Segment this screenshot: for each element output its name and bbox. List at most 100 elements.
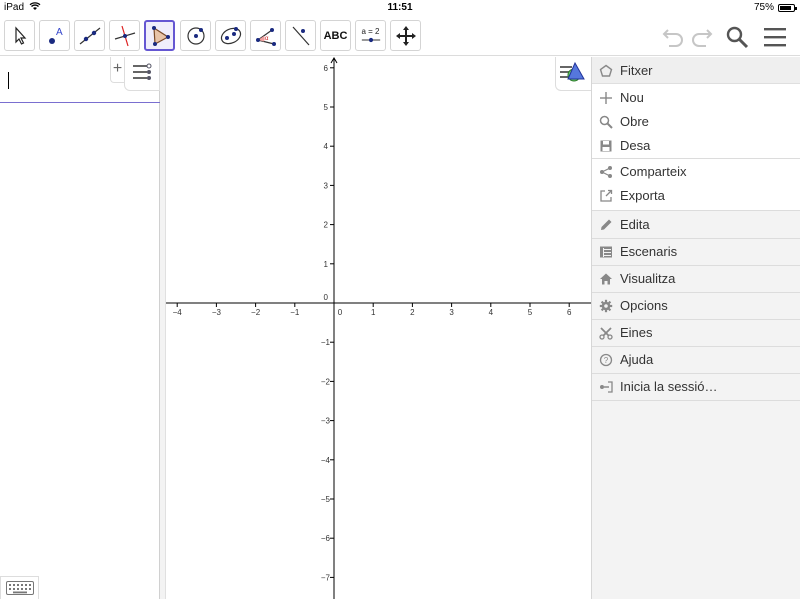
x-tick-label: −2 (251, 308, 261, 317)
y-tick-label: −4 (321, 456, 331, 465)
undo-button[interactable] (660, 24, 686, 50)
menu-item-open[interactable]: Obre (592, 108, 800, 135)
arrow-pointer-icon (14, 25, 26, 45)
redo-icon (692, 29, 713, 47)
menu-item-help[interactable]: ? Ajuda (592, 346, 800, 373)
menu-item-label: Inicia la sessió… (620, 379, 718, 394)
home-icon (592, 272, 620, 286)
perspectives-icon (592, 245, 620, 259)
polygon-icon (151, 25, 170, 46)
menu-item-edit[interactable]: Edita (592, 211, 800, 238)
slider-icon (361, 37, 380, 43)
menu-item-label: Nou (620, 90, 644, 105)
tool-circle[interactable] (180, 20, 211, 51)
add-object-button[interactable]: + (110, 57, 124, 83)
main-menu-button[interactable] (762, 24, 788, 50)
svg-text:A: A (56, 27, 63, 38)
export-icon (592, 189, 620, 203)
redo-button[interactable] (689, 24, 715, 50)
y-tick-label: −6 (321, 534, 331, 543)
angle-icon: α (255, 27, 276, 46)
plus-icon: + (112, 60, 123, 77)
y-tick-label: 2 (324, 221, 329, 230)
style-bar-list-icon (133, 63, 152, 80)
menu-item-label: Comparteix (620, 164, 687, 179)
x-tick-label: 6 (567, 308, 572, 317)
text-tool-label: ABC (323, 29, 348, 42)
menu-item-label: Edita (620, 217, 650, 232)
y-tick-label: 1 (324, 260, 329, 269)
x-tick-label: −4 (173, 308, 183, 317)
algebra-style-bar-button[interactable] (124, 57, 160, 91)
y-tick-label: 3 (324, 181, 329, 190)
y-tick-label: −3 (321, 417, 331, 426)
menu-item-sign-in[interactable]: Inicia la sessió… (592, 373, 800, 400)
menu-item-label: Fitxer (620, 63, 653, 78)
tool-text[interactable]: ABC (320, 20, 351, 51)
reflect-line-icon (292, 26, 309, 45)
pencil-icon (592, 218, 620, 232)
keyboard-icon (5, 581, 34, 595)
menu-item-label: Desa (620, 138, 651, 153)
y-tick-label: 6 (324, 64, 329, 73)
x-tick-label: 5 (528, 308, 533, 317)
menu-item-new[interactable]: Nou (592, 84, 800, 111)
line-icon (79, 27, 100, 44)
slider-tool-label: a = 2 (361, 27, 380, 36)
y-tick-label: −1 (321, 338, 331, 347)
x-tick-label: 1 (371, 308, 376, 317)
graphics-style-bar-icon (560, 61, 585, 82)
tool-slider[interactable]: a = 2 (355, 20, 386, 51)
search-icon (592, 115, 620, 129)
battery-percent: 75% (753, 2, 774, 13)
x-tick-label: −3 (212, 308, 222, 317)
keyboard-toggle-button[interactable] (0, 576, 39, 599)
menu-item-save[interactable]: Desa (592, 132, 800, 159)
text-caret (8, 72, 9, 89)
search-button[interactable] (724, 24, 750, 50)
menu-item-label: Obre (620, 114, 649, 129)
tool-ellipse[interactable] (215, 20, 246, 51)
x-tick-label: 4 (489, 308, 494, 317)
tool-move[interactable] (4, 20, 35, 51)
search-icon (726, 26, 749, 49)
menu-item-export[interactable]: Exporta (592, 182, 800, 209)
menu-item-share[interactable]: Comparteix (592, 158, 800, 185)
point-icon: A (48, 27, 63, 44)
graphics-view[interactable]: −4 −3 −2 −1 0 1 2 3 4 5 6 6 5 4 3 2 1 0 −1 −2 −3 −4 −5 −6 −7 (166, 57, 591, 599)
x-tick-label: −1 (290, 308, 300, 317)
battery-icon (778, 4, 797, 12)
svg-text:α: α (265, 36, 269, 42)
menu-item-file[interactable]: Fitxer (592, 57, 800, 84)
x-tick-label: 3 (449, 308, 454, 317)
coordinate-axes: −4 −3 −2 −1 0 1 2 3 4 5 6 6 5 4 3 2 1 0 −1 −2 −3 −4 −5 −6 −7 (166, 57, 591, 599)
y-tick-label: 0 (324, 293, 329, 302)
menu-item-label: Ajuda (620, 352, 654, 367)
ellipse-icon (220, 26, 241, 44)
graphics-style-bar-button[interactable] (555, 57, 591, 91)
tool-perpendicular[interactable] (109, 20, 140, 51)
menu-item-label: Exporta (620, 188, 665, 203)
y-tick-label: 4 (324, 142, 329, 151)
x-tick-label: 2 (410, 308, 415, 317)
tool-move-view[interactable] (390, 20, 421, 51)
menu-item-options[interactable]: Opcions (592, 292, 800, 319)
y-tick-label: −5 (321, 495, 331, 504)
svg-text:?: ? (604, 356, 609, 365)
menu-item-view[interactable]: Visualitza (592, 265, 800, 292)
tool-polygon[interactable] (144, 20, 175, 51)
share-icon (592, 165, 620, 179)
toolbar: A α ABC a = 2 (0, 16, 800, 56)
menu-item-perspectives[interactable]: Escenaris (592, 238, 800, 265)
menu-divider (592, 400, 800, 401)
tool-line[interactable] (74, 20, 105, 51)
tool-reflect[interactable] (285, 20, 316, 51)
undo-icon (662, 29, 683, 47)
tool-point[interactable]: A (39, 20, 70, 51)
main-menu-panel: Fitxer Nou Obre Desa Comparteix Exporta … (591, 57, 800, 599)
file-icon (592, 64, 620, 78)
tool-angle[interactable]: α (250, 20, 281, 51)
menu-item-label: Eines (620, 325, 653, 340)
y-tick-label: 5 (324, 103, 329, 112)
menu-item-tools[interactable]: Eines (592, 319, 800, 346)
